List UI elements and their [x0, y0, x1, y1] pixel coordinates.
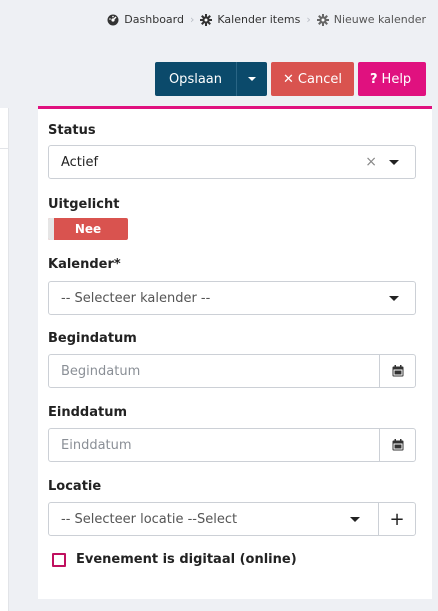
- featured-toggle[interactable]: Nee: [48, 218, 128, 240]
- digital-checkbox-row[interactable]: Evenement is digitaal (online): [52, 552, 297, 567]
- end-date-input[interactable]: [49, 429, 379, 461]
- dashboard-icon: [107, 14, 119, 26]
- clear-icon[interactable]: ×: [365, 154, 377, 170]
- caret-down-icon: [248, 77, 256, 81]
- question-icon: ?: [370, 71, 378, 87]
- save-options-dropdown[interactable]: [237, 62, 267, 96]
- status-value: Actief: [61, 154, 99, 170]
- breadcrumb-label: Dashboard: [124, 13, 184, 26]
- calendar-label: Kalender*: [48, 257, 121, 272]
- start-date-input[interactable]: [49, 355, 379, 387]
- gear-icon: [316, 13, 329, 26]
- breadcrumb-separator: ›: [189, 13, 195, 26]
- chevron-down-icon: [350, 517, 360, 522]
- digital-checkbox[interactable]: [52, 552, 66, 567]
- start-date-calendar-button[interactable]: [379, 355, 415, 387]
- calendar-placeholder: -- Selecteer kalender --: [61, 290, 211, 306]
- breadcrumb-kalender-items[interactable]: Kalender items: [200, 13, 300, 26]
- end-date-group: [48, 428, 416, 462]
- location-placeholder: -- Selecteer locatie --Select: [61, 511, 238, 527]
- calendar-icon: [392, 439, 403, 451]
- status-select[interactable]: Actief ×: [48, 145, 416, 179]
- breadcrumb-label: Kalender items: [217, 13, 301, 26]
- start-date-field: Begindatum: [48, 331, 416, 388]
- start-date-label: Begindatum: [48, 331, 137, 346]
- help-button[interactable]: ? Help: [358, 62, 426, 96]
- help-label: Help: [381, 71, 412, 87]
- add-location-button[interactable]: +: [378, 502, 416, 536]
- gear-icon: [200, 13, 213, 26]
- start-date-group: [48, 354, 416, 388]
- featured-label: Uitgelicht: [48, 197, 120, 212]
- close-icon: ✕: [283, 71, 294, 87]
- calendar-select[interactable]: -- Selecteer kalender --: [48, 281, 416, 315]
- status-field: Status Actief ×: [48, 123, 416, 179]
- form-panel: Status Actief × Uitgelicht Nee Kalender*…: [38, 106, 432, 599]
- side-panel: [0, 108, 9, 611]
- end-date-label: Einddatum: [48, 405, 127, 420]
- chevron-down-icon: [389, 160, 399, 165]
- location-select[interactable]: -- Selecteer locatie --Select: [48, 502, 379, 536]
- breadcrumb-label: Nieuwe kalender: [333, 13, 426, 26]
- save-button-group: Opslaan: [154, 62, 267, 96]
- digital-label: Evenement is digitaal (online): [76, 552, 297, 567]
- breadcrumb-separator: ›: [306, 13, 311, 26]
- save-button[interactable]: Opslaan: [155, 62, 237, 96]
- breadcrumb: Dashboard › Kalender items › Nieuwe kale…: [107, 13, 426, 26]
- toolbar: Opslaan ✕ Cancel ? Help: [154, 62, 426, 96]
- cancel-label: Cancel: [297, 71, 342, 87]
- location-field: Locatie -- Selecteer locatie --Select +: [48, 479, 416, 536]
- calendar-icon: [392, 365, 403, 377]
- toggle-knob: [48, 218, 54, 240]
- chevron-down-icon: [389, 296, 399, 301]
- breadcrumb-current: Nieuwe kalender: [316, 13, 426, 26]
- status-label: Status: [48, 123, 96, 138]
- plus-icon: +: [389, 508, 405, 530]
- cancel-button[interactable]: ✕ Cancel: [271, 62, 354, 96]
- calendar-field: Kalender* -- Selecteer kalender --: [48, 257, 416, 315]
- location-label: Locatie: [48, 479, 102, 494]
- featured-field: Uitgelicht Nee: [48, 197, 416, 240]
- end-date-calendar-button[interactable]: [379, 429, 415, 461]
- breadcrumb-dashboard[interactable]: Dashboard: [107, 13, 184, 26]
- toggle-text: Nee: [74, 222, 102, 236]
- end-date-field: Einddatum: [48, 405, 416, 462]
